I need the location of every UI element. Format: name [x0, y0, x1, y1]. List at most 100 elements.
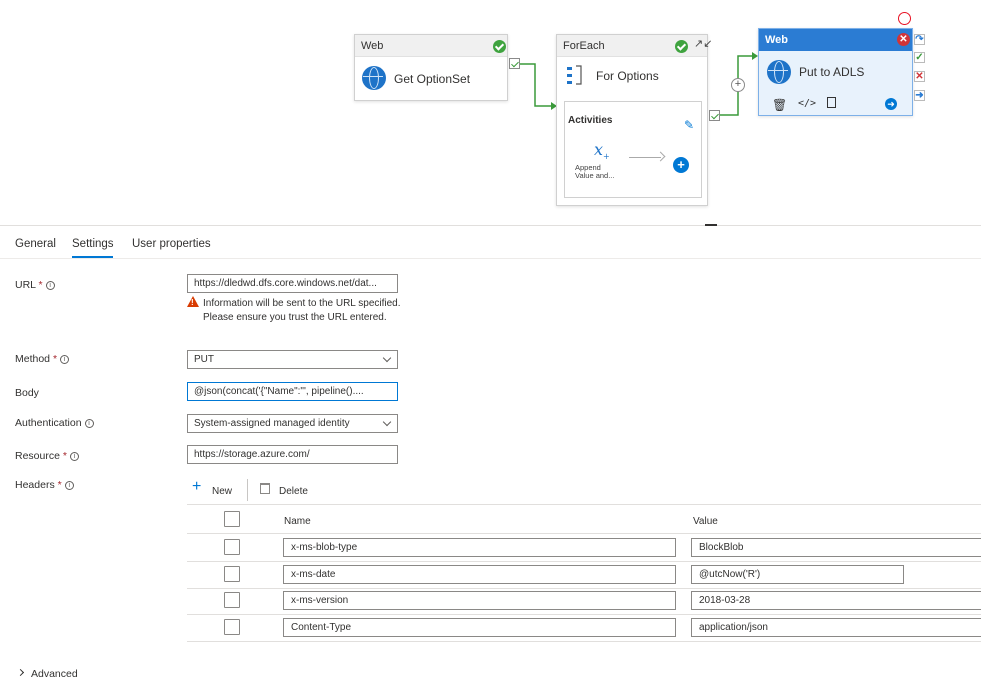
info-icon[interactable]: i — [60, 355, 70, 364]
column-header-name: Name — [284, 516, 311, 527]
row-checkbox[interactable] — [224, 592, 240, 608]
activity-type-label: Web — [765, 34, 789, 46]
header-value-input[interactable]: @utcNow('R') — [691, 565, 904, 584]
authentication-select[interactable]: System-assigned managed identity — [187, 414, 398, 433]
success-port-icon[interactable]: ✓ — [914, 52, 925, 63]
success-check-icon — [675, 40, 688, 53]
url-input[interactable]: https://dledwd.dfs.core.windows.net/dat.… — [187, 274, 398, 293]
body-label: Body — [15, 387, 39, 399]
resource-input[interactable]: https://storage.azure.com/ — [187, 445, 398, 464]
go-arrow-icon[interactable]: ➜ — [885, 98, 897, 110]
method-label-text: Method — [15, 353, 51, 365]
method-select-value: PUT — [194, 354, 214, 365]
table-row-divider — [187, 561, 981, 562]
tab-user-properties[interactable]: User properties — [132, 238, 211, 250]
code-icon[interactable]: </> — [798, 98, 816, 109]
headers-label-text: Headers — [15, 479, 55, 491]
url-warning-text: Information will be sent to the URL spec… — [203, 298, 401, 323]
set-variable-icon: x+ — [594, 140, 610, 162]
table-row-divider — [187, 614, 981, 615]
column-header-value: Value — [693, 516, 718, 527]
warning-exclamation-icon: ! — [191, 298, 194, 307]
row-checkbox[interactable] — [224, 566, 240, 582]
add-connection-icon[interactable]: + — [731, 78, 745, 92]
table-row-divider — [187, 588, 981, 589]
web-globe-icon — [362, 66, 386, 90]
resource-label: Resource * i — [15, 450, 79, 462]
header-value-input[interactable]: 2018-03-28 — [691, 591, 981, 610]
failure-port-icon[interactable]: ✕ — [914, 71, 925, 82]
authentication-select-value: System-assigned managed identity — [194, 418, 350, 429]
skip-port-icon[interactable]: ↷ — [914, 34, 925, 45]
inner-activity-label: Append Value and... — [575, 163, 615, 180]
activity-type-label: Web — [361, 40, 384, 52]
method-select[interactable]: PUT — [187, 350, 398, 369]
activity-header: Web — [355, 35, 507, 57]
foreach-inner-panel[interactable]: Activities ✎ x+ Append Value and... + — [564, 101, 702, 198]
activity-header: ForEach ↗↙ — [557, 35, 712, 57]
header-value-input[interactable]: BlockBlob — [691, 538, 981, 557]
trash-icon — [260, 483, 270, 494]
header-value-input[interactable]: application/json — [691, 618, 981, 637]
row-checkbox[interactable] — [224, 619, 240, 635]
headers-label: Headers * i — [15, 479, 74, 491]
resource-label-text: Resource — [15, 450, 60, 462]
table-row-divider — [187, 641, 981, 642]
success-output-port[interactable] — [709, 110, 720, 121]
table-header-top-border — [187, 504, 981, 505]
activity-put-to-adls[interactable]: Web ✕ Put to ADLS 🗑 </> ➜ — [758, 28, 913, 116]
activity-name: Get OptionSet — [394, 72, 471, 86]
header-name-input[interactable]: x-ms-version — [283, 591, 676, 610]
body-input[interactable]: @json(concat('{"Name":"', pipeline().... — [187, 382, 398, 401]
delete-button-label: Delete — [279, 486, 308, 497]
activity-name: Put to ADLS — [799, 65, 865, 79]
add-activity-icon[interactable]: + — [673, 157, 689, 173]
required-mark: * — [52, 353, 58, 365]
info-icon[interactable]: i — [69, 452, 79, 461]
new-button-label: New — [212, 486, 233, 497]
inner-activities-title: Activities — [568, 115, 613, 126]
arrow-head-icon — [655, 151, 666, 162]
select-all-checkbox[interactable] — [224, 511, 240, 527]
header-name-input[interactable]: x-ms-date — [283, 565, 676, 584]
activity-type-label: ForEach — [563, 40, 605, 52]
resize-handle[interactable] — [705, 224, 717, 226]
plus-icon: + — [192, 478, 202, 495]
header-name-input[interactable]: x-ms-blob-type — [283, 538, 676, 557]
tab-settings[interactable]: Settings — [72, 238, 114, 250]
required-mark: * — [38, 279, 43, 291]
foreach-icon — [567, 65, 583, 85]
completion-port-icon[interactable]: ➜ — [914, 90, 925, 101]
success-output-port[interactable] — [509, 58, 520, 69]
tab-general[interactable]: General — [15, 238, 56, 250]
delete-icon[interactable]: 🗑 — [772, 98, 787, 112]
row-checkbox[interactable] — [224, 539, 240, 555]
info-icon[interactable]: i — [45, 281, 55, 290]
url-label: URL * i — [15, 279, 55, 291]
method-label: Method * i — [15, 353, 70, 365]
activity-name: For Options — [596, 69, 659, 83]
success-check-icon — [493, 40, 506, 53]
header-name-input[interactable]: Content-Type — [283, 618, 676, 637]
activity-foreach[interactable]: ForEach ↗↙ For Options Activities ✎ x+ A… — [556, 34, 712, 206]
authentication-label: Authentication i — [15, 417, 94, 429]
table-header-bottom-border — [187, 533, 981, 534]
info-icon[interactable]: i — [84, 419, 94, 428]
info-icon[interactable]: i — [64, 481, 74, 490]
edit-pencil-icon[interactable]: ✎ — [684, 118, 694, 132]
required-mark: * — [57, 479, 62, 491]
tabs-divider — [0, 258, 981, 259]
authentication-label-text: Authentication — [15, 417, 82, 429]
activity-header: Web ✕ — [759, 29, 912, 51]
activity-get-optionset[interactable]: Web Get OptionSet — [354, 34, 508, 101]
breakpoint-circle-icon[interactable] — [898, 12, 911, 25]
panel-splitter[interactable] — [0, 225, 981, 226]
url-label-text: URL — [15, 279, 36, 291]
advanced-label: Advanced — [31, 668, 78, 680]
chevron-right-icon — [16, 668, 25, 677]
web-globe-icon — [767, 60, 791, 84]
error-x-icon: ✕ — [897, 33, 910, 46]
collapse-icon[interactable]: ↗↙ — [694, 37, 712, 50]
required-mark: * — [62, 450, 67, 462]
copy-icon[interactable] — [827, 97, 836, 108]
